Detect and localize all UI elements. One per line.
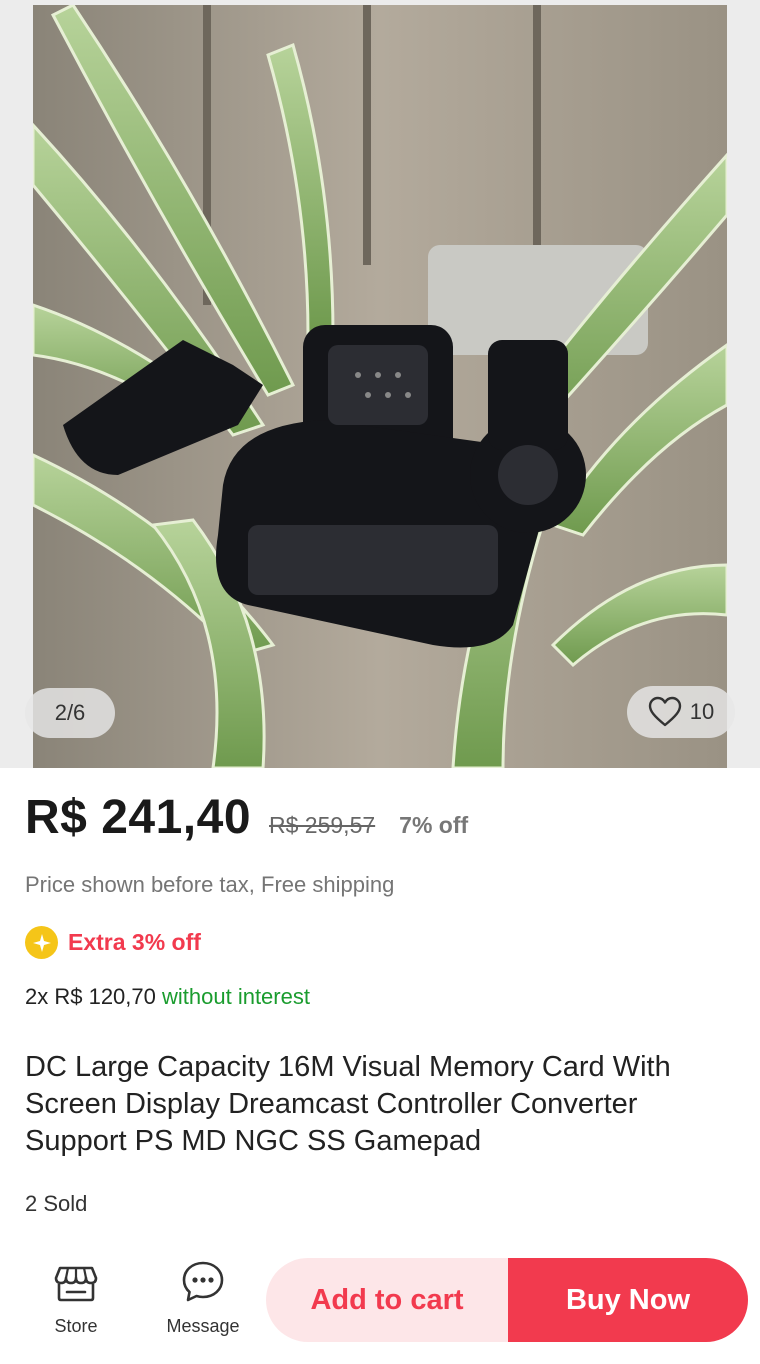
wishlist-count: 10 bbox=[689, 699, 715, 724]
product-title: DC Large Capacity 16M Visual Memory Card… bbox=[25, 1051, 671, 1157]
add-to-cart-button[interactable]: Add to cart bbox=[266, 1258, 508, 1342]
wishlist-button[interactable]: 10 bbox=[627, 686, 735, 738]
extra-discount-text: Extra 3% off bbox=[68, 929, 201, 955]
pager-text: 2/6 bbox=[54, 700, 86, 725]
star-badge-icon bbox=[25, 926, 58, 959]
heart-icon bbox=[648, 696, 681, 727]
product-photo-image bbox=[33, 5, 727, 768]
buy-now-button[interactable]: Buy Now bbox=[508, 1258, 748, 1342]
bottom-action-bar: Store Message Add to cart Buy Now bbox=[0, 1244, 760, 1364]
image-pager-indicator: 2/6 bbox=[25, 688, 115, 738]
installment-interest: without interest bbox=[162, 984, 310, 1009]
message-button[interactable]: Message bbox=[160, 1258, 246, 1337]
product-photo[interactable] bbox=[33, 5, 727, 768]
store-label: Store bbox=[54, 1316, 98, 1336]
message-label: Message bbox=[166, 1316, 240, 1336]
tax-shipping-note: Price shown before tax, Free shipping bbox=[25, 872, 395, 897]
current-price: R$ 241,40 bbox=[25, 791, 252, 844]
store-button[interactable]: Store bbox=[40, 1258, 112, 1337]
extra-discount-offer[interactable]: Extra 3% off bbox=[25, 926, 201, 959]
store-icon bbox=[54, 1266, 98, 1302]
installment-info: 2x R$ 120,70 without interest bbox=[25, 984, 310, 1010]
installment-plan: 2x R$ 120,70 bbox=[25, 984, 156, 1009]
product-image-gallery[interactable]: 2/6 10 bbox=[0, 0, 760, 768]
message-icon bbox=[182, 1261, 224, 1302]
sold-count: 2 Sold bbox=[25, 1191, 88, 1216]
discount-label: 7% off bbox=[399, 812, 469, 838]
price-row: R$ 241,40 R$ 259,57 7% off bbox=[25, 790, 468, 845]
original-price: R$ 259,57 bbox=[269, 812, 376, 838]
